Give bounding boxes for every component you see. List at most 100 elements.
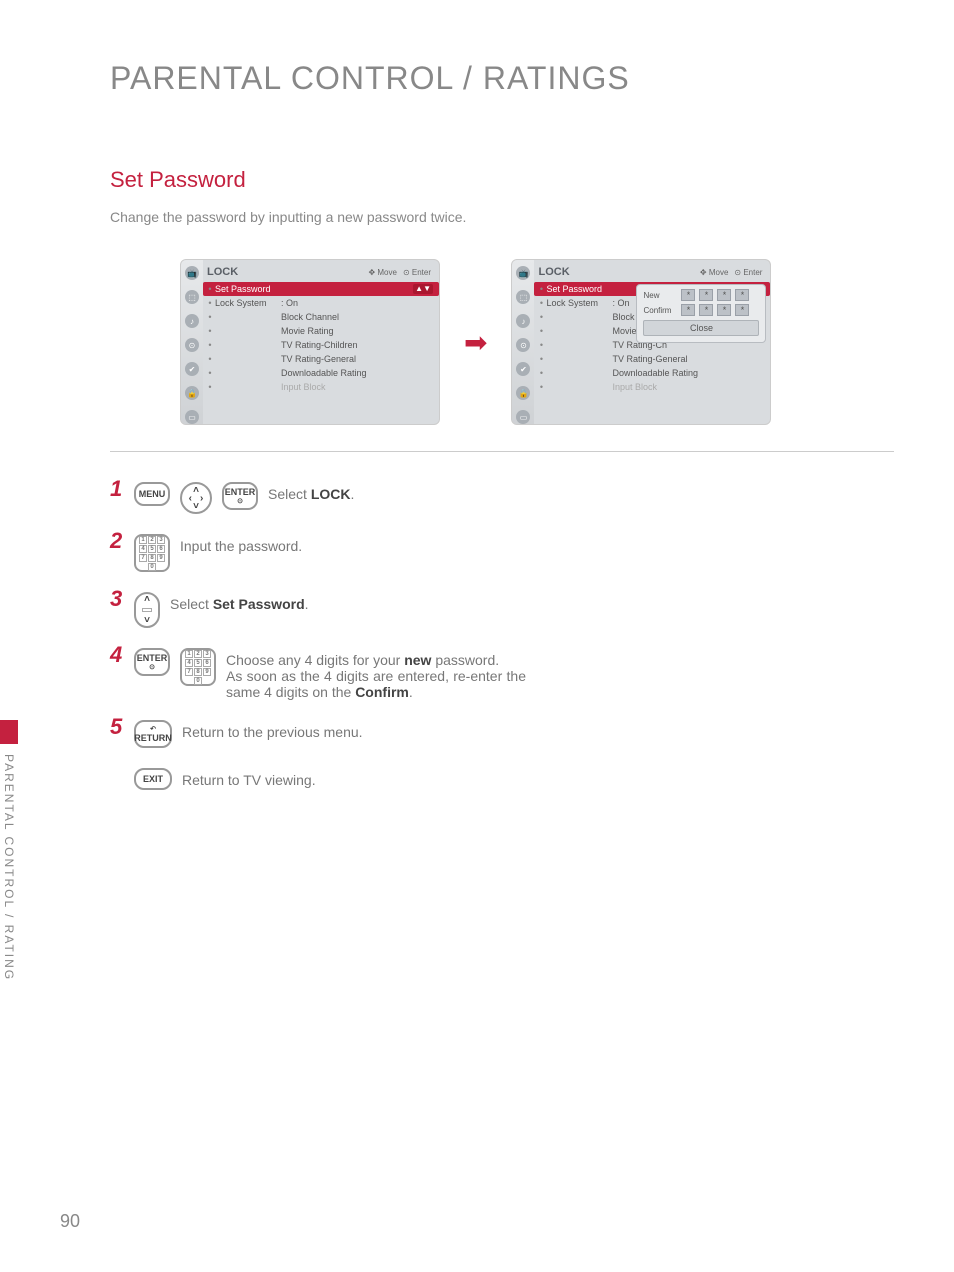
tv-general-label: TV Rating-General <box>612 354 687 364</box>
input-block-label: Input Block <box>612 382 657 392</box>
section-description: Change the password by inputting a new p… <box>110 209 894 225</box>
remote-direction-button[interactable]: ˄ ‹ › ˅ <box>180 482 212 514</box>
step-number-5: 5 <box>110 718 124 736</box>
step-2-text: Input the password. <box>180 534 302 554</box>
lock-system-value: : On <box>281 298 298 308</box>
step-5-text: Return to the previous menu. <box>182 720 363 740</box>
downloadable-label: Downloadable Rating <box>281 368 367 378</box>
updown-icon: ▲▼ <box>413 284 433 294</box>
side-tab: PARENTAL CONTROL / RATING <box>0 720 18 1000</box>
step-number-1: 1 <box>110 480 124 498</box>
step-3-text: Select Set Password. <box>170 592 309 612</box>
page-title: PARENTAL CONTROL / RATINGS <box>110 60 894 97</box>
divider <box>110 451 894 452</box>
page-number: 90 <box>60 1211 80 1232</box>
menu-item-set-password[interactable]: •Set Password ▲▼ <box>203 282 439 296</box>
step-number-2: 2 <box>110 532 124 550</box>
remote-number-pad[interactable]: 123 456 789 0 <box>134 534 170 572</box>
remote-return-button[interactable]: ↶ RETURN <box>134 720 172 748</box>
return-button-label: RETURN <box>134 733 172 743</box>
return-icon: ↶ <box>150 725 156 733</box>
sidebar-input-icon: ▭ <box>516 410 530 424</box>
enter-button-sub: ⊙ <box>149 663 155 671</box>
block-channel-label: Block Channel <box>281 312 339 322</box>
exit-text: Return to TV viewing. <box>182 768 316 788</box>
exit-button-label: EXIT <box>143 774 163 784</box>
sidebar-picture-icon: ⬚ <box>516 290 530 304</box>
enter-button-label: ENTER <box>225 487 256 497</box>
up-icon: ˄ <box>144 594 150 605</box>
screen-title: LOCK <box>207 266 238 278</box>
menu-item-input-block: •Input Block <box>534 380 770 394</box>
lock-menu-screen-after: 📺 ⬚ ♪ ⊙ ✔ 🔒 ▭ LOCK ✥ Move ⊙ Enter <box>511 259 771 425</box>
move-icon: ✥ <box>368 268 375 277</box>
popup-close-button[interactable]: Close <box>643 320 759 336</box>
popup-new-label: New <box>643 291 677 300</box>
remote-menu-button[interactable]: MENU <box>134 482 170 506</box>
side-tab-label: PARENTAL CONTROL / RATING <box>0 744 16 981</box>
right-icon: › <box>200 495 203 502</box>
popup-confirm-label: Confirm <box>643 306 677 315</box>
password-digit-confirm-2[interactable]: * <box>699 304 713 316</box>
set-password-label: Set Password <box>546 284 612 294</box>
down-icon: ˅ <box>193 503 199 510</box>
side-tab-marker <box>0 720 18 744</box>
sidebar-time-icon: ⊙ <box>516 338 530 352</box>
sidebar-option-icon: ✔ <box>516 362 530 376</box>
password-digit-new-3[interactable]: * <box>717 289 731 301</box>
step-number-4: 4 <box>110 646 124 664</box>
steps-list: 1 MENU ˄ ‹› ˅ ENTER ⊙ Select LOCK. 2 123… <box>110 482 894 790</box>
password-digit-confirm-3[interactable]: * <box>717 304 731 316</box>
arrow-right-icon: ➡ <box>464 326 487 359</box>
password-digit-new-1[interactable]: * <box>681 289 695 301</box>
enter-icon: ⊙ <box>734 268 741 277</box>
tv-children-label: TV Rating-Children <box>281 340 358 350</box>
sidebar-lock-icon: 🔒 <box>516 386 530 400</box>
remote-number-pad[interactable]: 123 456 789 0 <box>180 648 216 686</box>
menu-item-input-block: •Input Block <box>203 380 439 394</box>
menu-item-tv-general[interactable]: •TV Rating-General <box>534 352 770 366</box>
menu-item-block-channel[interactable]: •Block Channel <box>203 310 439 324</box>
move-label: Move <box>709 268 729 277</box>
remote-exit-button[interactable]: EXIT <box>134 768 172 790</box>
password-popup: New * * * * Confirm * * * <box>636 284 766 343</box>
menu-item-lock-system[interactable]: •Lock System : On <box>203 296 439 310</box>
menu-item-tv-children[interactable]: •TV Rating-Children <box>203 338 439 352</box>
screenshot-row: 📺 ⬚ ♪ ⊙ ✔ 🔒 ▭ LOCK ✥ Move ⊙ Enter <box>180 259 894 425</box>
sidebar-time-icon: ⊙ <box>185 338 199 352</box>
password-digit-new-2[interactable]: * <box>699 289 713 301</box>
down-icon: ˅ <box>144 615 150 626</box>
move-icon: ✥ <box>700 268 707 277</box>
step-number-3: 3 <box>110 590 124 608</box>
menu-item-downloadable[interactable]: •Downloadable Rating <box>534 366 770 380</box>
sidebar-lock-icon: 🔒 <box>185 386 199 400</box>
remote-updown-button[interactable]: ˄ ˅ <box>134 592 160 628</box>
lock-system-label: Lock System <box>215 298 281 308</box>
sidebar-option-icon: ✔ <box>185 362 199 376</box>
move-label: Move <box>377 268 397 277</box>
password-digit-confirm-1[interactable]: * <box>681 304 695 316</box>
sidebar-audio-icon: ♪ <box>516 314 530 328</box>
menu-item-downloadable[interactable]: •Downloadable Rating <box>203 366 439 380</box>
enter-label: Enter <box>412 268 431 277</box>
tv-general-label: TV Rating-General <box>281 354 356 364</box>
downloadable-label: Downloadable Rating <box>612 368 698 378</box>
enter-button-sub: ⊙ <box>237 497 243 505</box>
remote-enter-button[interactable]: ENTER ⊙ <box>134 648 170 676</box>
sidebar-picture-icon: ⬚ <box>185 290 199 304</box>
menu-item-movie-rating[interactable]: •Movie Rating <box>203 324 439 338</box>
input-block-label: Input Block <box>281 382 326 392</box>
password-digit-confirm-4[interactable]: * <box>735 304 749 316</box>
section-title: Set Password <box>110 167 894 193</box>
remote-enter-button[interactable]: ENTER ⊙ <box>222 482 258 510</box>
menu-item-tv-general[interactable]: •TV Rating-General <box>203 352 439 366</box>
password-digit-new-4[interactable]: * <box>735 289 749 301</box>
enter-label: Enter <box>743 268 762 277</box>
screen-title: LOCK <box>538 266 569 278</box>
lock-system-label: Lock System <box>546 298 612 308</box>
up-icon: ˄ <box>193 487 199 494</box>
movie-rating-label: Movie Rating <box>281 326 334 336</box>
sidebar-channel-icon: 📺 <box>516 266 530 280</box>
set-password-label: Set Password <box>215 284 281 294</box>
left-icon: ‹ <box>189 495 192 502</box>
